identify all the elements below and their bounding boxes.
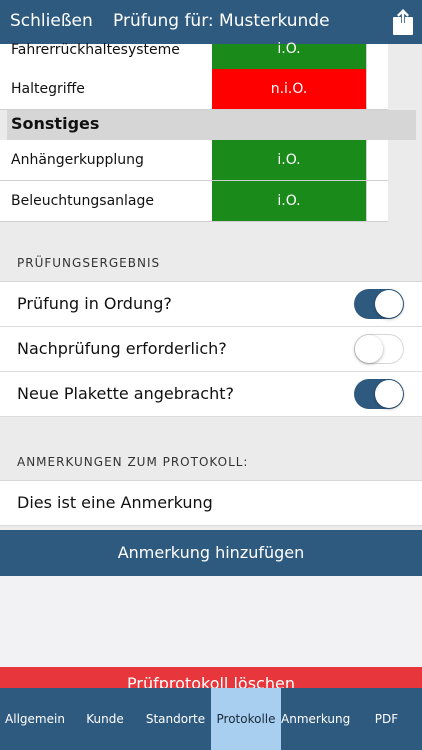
tab-allgemein[interactable]: Allgemein (0, 688, 70, 750)
page-title: Prüfung für: Musterkunde (113, 11, 330, 31)
check-label: Beleuchtungsanlage (11, 193, 155, 209)
check-row-fahrerrueckhaltesysteme: Fahrerrückhaltesysteme i.O. (0, 42, 389, 70)
add-note-button[interactable]: Anmerkung hinzufügen (0, 530, 422, 576)
result-row-plakette: Neue Plakette angebracht? (0, 372, 422, 417)
result-header-label: PRÜFUNGSERGEBNIS (17, 256, 161, 270)
nachpruefung-toggle[interactable] (354, 334, 404, 364)
check-extra-cell (366, 181, 389, 221)
tab-anmerkungen[interactable]: Anmerkungen (281, 688, 351, 750)
toggle-label: Prüfung in Ordung? (17, 294, 172, 313)
result-section-header: PRÜFUNGSERGEBNIS (0, 241, 422, 282)
status-badge-ok[interactable]: i.O. (212, 42, 366, 69)
note-list-item[interactable]: Dies ist eine Anmerkung (0, 481, 422, 526)
tab-standorte[interactable]: Standorte (140, 688, 211, 750)
result-row-pruefung-ok: Prüfung in Ordung? (0, 282, 422, 327)
check-row-anhaengerkupplung: Anhängerkupplung i.O. (0, 140, 388, 181)
bottom-tab-bar: Allgemein Kunde Standorte Protokolle Anm… (0, 688, 422, 750)
check-extra-cell (366, 140, 389, 180)
tab-pdf[interactable]: PDF (351, 688, 422, 750)
check-extra-cell (366, 69, 389, 109)
check-extra-cell (366, 44, 389, 69)
toggle-knob (375, 290, 403, 318)
share-icon[interactable] (392, 8, 414, 36)
section-title: Sonstiges (11, 114, 100, 133)
toggle-label: Neue Plakette angebracht? (17, 384, 234, 403)
notes-header-label: ANMERKUNGEN ZUM PROTOKOLL: (17, 455, 249, 469)
toggle-label: Nachprüfung erforderlich? (17, 339, 227, 358)
check-label: Fahrerrückhaltesysteme (11, 42, 180, 58)
status-badge-ok[interactable]: i.O. (212, 140, 366, 180)
note-text: Dies ist eine Anmerkung (17, 493, 213, 512)
check-row-haltegriffe: Haltegriffe n.i.O. (0, 69, 388, 110)
status-badge-ok[interactable]: i.O. (212, 181, 366, 221)
pruefung-ok-toggle[interactable] (354, 289, 404, 319)
tab-protokolle[interactable]: Protokolle (211, 688, 281, 750)
tab-kunde[interactable]: Kunde (70, 688, 140, 750)
result-row-nachpruefung: Nachprüfung erforderlich? (0, 327, 422, 372)
check-label: Haltegriffe (11, 81, 85, 97)
section-header-sonstiges: Sonstiges (7, 110, 416, 140)
empty-area (0, 576, 422, 667)
check-label: Anhängerkupplung (11, 152, 144, 168)
plakette-toggle[interactable] (354, 379, 404, 409)
status-badge-not-ok[interactable]: n.i.O. (212, 69, 366, 109)
share-icon-graphic (393, 9, 413, 35)
toggle-knob (375, 380, 403, 408)
notes-section-header: ANMERKUNGEN ZUM PROTOKOLL: (0, 440, 422, 481)
check-row-beleuchtungsanlage: Beleuchtungsanlage i.O. (0, 181, 388, 222)
toggle-knob (355, 335, 383, 363)
close-button[interactable]: Schließen (10, 11, 93, 31)
